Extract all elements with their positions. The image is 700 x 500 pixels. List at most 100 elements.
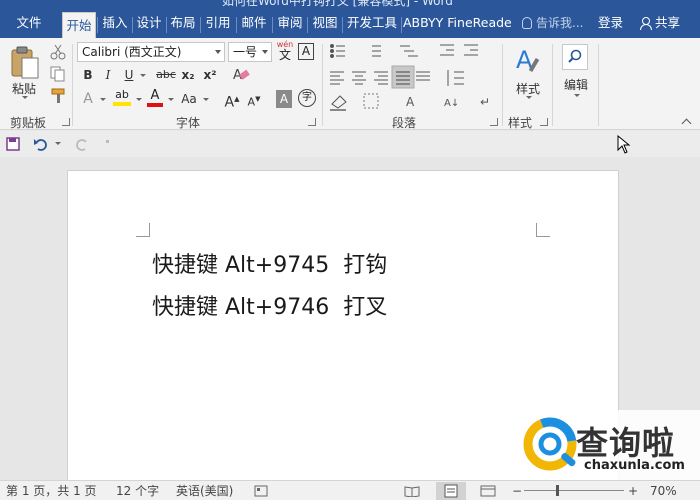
font-size-select[interactable]: 一号 xyxy=(228,42,272,62)
language[interactable]: 英语(美国) xyxy=(176,481,233,500)
zoom-slider-thumb[interactable] xyxy=(556,485,559,496)
styles-dropdown-icon[interactable] xyxy=(526,96,532,99)
undo-icon[interactable] xyxy=(33,136,49,152)
group-separator xyxy=(552,44,553,126)
paragraph-controls[interactable]: A A↓ ↵ xyxy=(328,42,498,112)
font-color-dropdown-icon[interactable] xyxy=(168,98,174,101)
highlight-label: ab xyxy=(115,88,129,101)
character-border-button[interactable]: A xyxy=(298,43,314,60)
person-icon xyxy=(640,17,652,30)
enclose-characters-button[interactable]: 字 xyxy=(298,89,316,107)
ribbon: 粘贴 剪贴板 Calibri (西文正文) 一号 wén 文 A B I U a… xyxy=(0,38,700,130)
margin-corner xyxy=(136,223,150,237)
group-separator xyxy=(502,44,503,126)
word-count[interactable]: 12 个字 xyxy=(116,481,159,500)
format-painter-icon[interactable] xyxy=(50,88,66,104)
mouse-cursor-icon xyxy=(617,135,631,154)
zoom-in-button[interactable]: + xyxy=(628,481,638,500)
margin-corner xyxy=(536,223,550,237)
document-line[interactable]: 快捷键 Alt+9746 打叉 xyxy=(152,289,387,321)
phonetic-guide-button[interactable]: wén 文 xyxy=(276,40,294,64)
font-color-label: A xyxy=(150,88,160,103)
cut-icon[interactable] xyxy=(50,44,66,60)
bold-button[interactable]: B xyxy=(80,66,96,84)
zoom-level[interactable]: 70% xyxy=(650,481,677,500)
lightbulb-icon xyxy=(522,17,532,29)
paragraph-group-label: 段落 xyxy=(392,116,417,130)
svg-text:A: A xyxy=(406,95,415,109)
superscript-button[interactable]: x² xyxy=(202,66,218,84)
undo-dropdown-icon[interactable] xyxy=(55,142,61,145)
editing-dropdown-icon[interactable] xyxy=(574,94,580,97)
paste-label: 粘贴 xyxy=(12,82,37,96)
font-launcher-icon[interactable] xyxy=(308,118,316,126)
change-case-dropdown-icon[interactable] xyxy=(203,98,209,101)
styles-label: 样式 xyxy=(516,82,541,96)
customize-qat-icon[interactable] xyxy=(106,140,109,143)
find-button[interactable] xyxy=(562,44,588,70)
share-button[interactable]: 共享 xyxy=(640,8,680,38)
underline-button[interactable]: U xyxy=(121,66,137,84)
font-name-value: Calibri (西文正文) xyxy=(82,45,182,59)
styles-icon[interactable]: A xyxy=(514,44,544,76)
login-link[interactable]: 登录 xyxy=(598,8,623,38)
group-separator xyxy=(598,44,599,126)
group-separator xyxy=(322,44,323,126)
clipboard-launcher-icon[interactable] xyxy=(62,118,70,126)
underline-dropdown-icon[interactable] xyxy=(140,74,146,77)
character-shading-button[interactable]: A xyxy=(276,90,292,108)
text-effects-button[interactable]: A xyxy=(80,90,96,108)
web-layout-icon[interactable] xyxy=(480,485,496,497)
print-layout-button[interactable] xyxy=(436,482,466,500)
styles-group-label: 样式 xyxy=(508,116,533,130)
status-bar: 第 1 页，共 1 页 12 个字 英语(美国) − + 70% xyxy=(0,480,700,500)
print-layout-icon xyxy=(444,484,458,498)
font-name-select[interactable]: Calibri (西文正文) xyxy=(77,42,225,62)
grow-font-label: A xyxy=(224,94,235,111)
document-line[interactable]: 快捷键 Alt+9745 打钩 xyxy=(152,247,387,279)
font-color-button[interactable]: A xyxy=(147,88,163,108)
quick-access-toolbar xyxy=(0,131,700,157)
watermark-url: chaxunla.com xyxy=(584,458,685,473)
save-icon[interactable] xyxy=(6,137,20,151)
character-border-label: A xyxy=(301,44,311,58)
svg-text:A↓: A↓ xyxy=(444,98,459,109)
clipboard-group-label: 剪贴板 xyxy=(10,116,47,130)
text-effects-dropdown-icon[interactable] xyxy=(100,98,106,101)
highlight-button[interactable]: ab xyxy=(113,88,131,108)
styles-launcher-icon[interactable] xyxy=(540,118,548,126)
font-color-bar xyxy=(147,103,163,107)
phonetic-char: 文 xyxy=(278,48,291,62)
chevron-down-icon xyxy=(262,50,268,54)
title-bar: 如何在Word中打钩打叉 [兼容模式] - Word xyxy=(0,0,700,8)
paste-icon[interactable] xyxy=(10,44,40,80)
group-separator xyxy=(72,44,73,126)
svg-text:↵: ↵ xyxy=(480,95,490,109)
paste-dropdown-icon[interactable] xyxy=(22,96,28,99)
subscript-button[interactable]: x₂ xyxy=(180,66,196,84)
change-case-button[interactable]: Aa xyxy=(178,90,200,108)
font-size-value: 一号 xyxy=(233,45,258,59)
shrink-font-label: A xyxy=(247,95,256,109)
italic-button[interactable]: I xyxy=(100,66,116,84)
grow-font-button[interactable]: A▲ xyxy=(224,90,240,111)
zoom-out-button[interactable]: − xyxy=(512,481,522,500)
window-title: 如何在Word中打钩打叉 [兼容模式] - Word xyxy=(222,0,453,8)
strikethrough-button[interactable]: abc xyxy=(155,66,177,84)
redo-icon[interactable] xyxy=(74,136,90,152)
tab-separators xyxy=(97,17,402,33)
tell-me-box[interactable]: 告诉我... xyxy=(522,8,583,38)
zoom-slider[interactable] xyxy=(524,490,624,491)
paragraph-launcher-icon[interactable] xyxy=(490,118,498,126)
shrink-font-button[interactable]: A▼ xyxy=(246,90,262,109)
clear-formatting-icon[interactable]: A xyxy=(232,66,250,84)
copy-icon[interactable] xyxy=(50,66,66,82)
highlight-color-bar xyxy=(113,102,131,106)
share-label: 共享 xyxy=(655,15,681,30)
read-mode-icon[interactable] xyxy=(404,485,420,497)
page-count[interactable]: 第 1 页，共 1 页 xyxy=(6,481,97,500)
macro-icon[interactable] xyxy=(254,485,268,497)
highlight-dropdown-icon[interactable] xyxy=(136,98,142,101)
chevron-down-icon xyxy=(215,50,221,54)
editing-label: 编辑 xyxy=(564,78,589,92)
